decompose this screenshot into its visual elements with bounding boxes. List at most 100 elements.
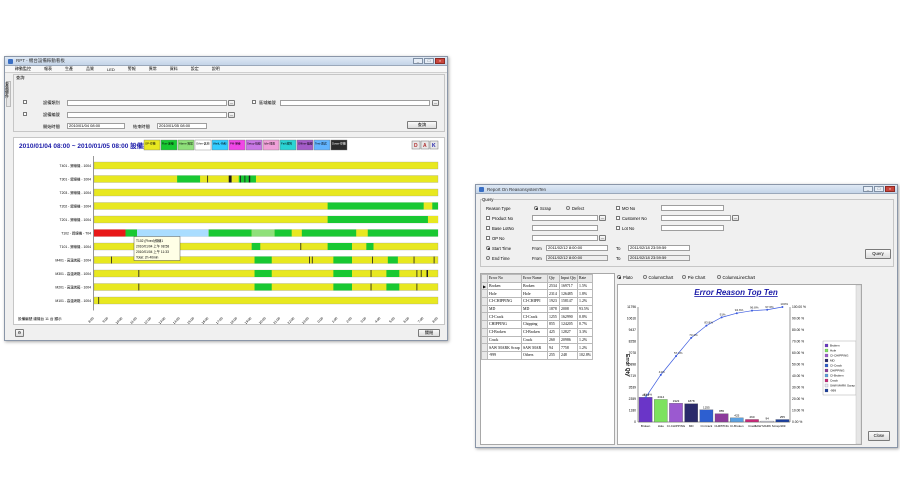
column-header[interactable]: Error No xyxy=(487,274,522,283)
area-browse-button[interactable]: ... xyxy=(432,100,439,106)
mo-no-field[interactable] xyxy=(661,205,724,211)
menu-item-0[interactable]: 稼動監控 xyxy=(15,66,31,72)
gantt-row-bar[interactable] xyxy=(93,161,439,170)
start-to-picker[interactable]: 2011/02/18 23:59:59 xyxy=(628,245,690,251)
gantt-segment[interactable] xyxy=(274,229,292,237)
gantt-segment[interactable] xyxy=(327,243,352,250)
gantt-segment[interactable] xyxy=(177,175,201,183)
gantt-segment[interactable] xyxy=(254,283,272,291)
equip-type-checkbox[interactable] xyxy=(23,100,27,104)
bar-1[interactable] xyxy=(654,399,668,423)
product-no-field[interactable] xyxy=(532,215,598,221)
gantt-segment[interactable] xyxy=(251,243,261,250)
gantt-segment[interactable] xyxy=(333,270,352,277)
gantt-segment[interactable] xyxy=(333,283,352,291)
gantt-segment[interactable] xyxy=(251,229,275,237)
lot-no-checkbox[interactable] xyxy=(616,226,620,230)
customer-no-field[interactable] xyxy=(661,215,731,221)
customer-no-browse-button[interactable]: ... xyxy=(732,215,739,221)
menu-item-4[interactable]: LED xyxy=(107,67,115,72)
gantt-segment[interactable] xyxy=(94,229,126,237)
gantt-segment[interactable] xyxy=(327,216,428,223)
left-query-button[interactable]: 查詢 xyxy=(407,121,437,129)
gantt-segment[interactable] xyxy=(386,283,400,291)
bar-8[interactable] xyxy=(760,420,774,423)
table-row[interactable]: CI-Crack CI-Crack 1255 162990 0.8% xyxy=(481,312,594,322)
column-header[interactable]: Rate xyxy=(577,274,594,283)
gantt-row-bar[interactable] xyxy=(93,188,439,197)
gantt-segment[interactable] xyxy=(387,256,398,264)
bar-7[interactable] xyxy=(745,419,759,423)
menu-item-8[interactable]: 設定 xyxy=(191,66,199,72)
start-time-radio[interactable] xyxy=(486,246,490,250)
mo-no-checkbox[interactable] xyxy=(616,206,620,210)
gantt-segment[interactable] xyxy=(333,256,352,264)
cumulative-point[interactable] xyxy=(690,336,693,339)
end-to-picker[interactable]: 2011/02/18 23:59:59 xyxy=(628,255,690,261)
gantt-segment[interactable] xyxy=(291,229,302,237)
defect-radio[interactable] xyxy=(566,206,570,210)
column-header[interactable]: Error Name xyxy=(521,274,548,283)
op-no-checkbox[interactable] xyxy=(486,236,490,240)
left-close-button[interactable]: 關閉 xyxy=(418,329,440,337)
settings-small-button[interactable]: ⚙ xyxy=(15,329,24,337)
chart-option-radio-0[interactable] xyxy=(617,275,621,279)
cumulative-point[interactable] xyxy=(720,316,723,319)
equip-type-browse-button[interactable]: ... xyxy=(228,100,235,106)
bar-2[interactable] xyxy=(669,403,683,423)
menu-item-2[interactable]: 生產 xyxy=(65,66,73,72)
gantt-segment[interactable] xyxy=(254,270,272,277)
table-row[interactable]: CHIPPING Chipping 855 124205 0.7% xyxy=(481,320,594,329)
bar-0[interactable] xyxy=(638,397,653,423)
equip-no-checkbox[interactable] xyxy=(23,112,27,116)
gantt-row-bar[interactable] xyxy=(93,296,439,305)
area-field[interactable] xyxy=(280,100,430,106)
area-checkbox[interactable] xyxy=(252,100,256,104)
gantt-segment[interactable] xyxy=(228,175,232,183)
gantt-segment[interactable] xyxy=(208,229,252,237)
end-time-radio[interactable] xyxy=(486,256,490,260)
bar-6[interactable] xyxy=(730,417,744,423)
bar-4[interactable] xyxy=(699,409,714,423)
gantt-segment[interactable] xyxy=(254,256,272,264)
menu-item-6[interactable]: 異常 xyxy=(149,66,157,72)
menu-item-3[interactable]: 品質 xyxy=(86,66,94,72)
cumulative-point[interactable] xyxy=(766,308,769,311)
menu-item-1[interactable]: 報表 xyxy=(44,66,52,72)
bar-9[interactable] xyxy=(775,419,790,423)
cumulative-point[interactable] xyxy=(659,373,662,376)
bar-5[interactable] xyxy=(714,413,729,423)
gantt-segment[interactable] xyxy=(125,229,137,237)
gantt-segment[interactable] xyxy=(248,175,251,183)
customer-no-checkbox[interactable] xyxy=(616,216,620,220)
cumulative-point[interactable] xyxy=(644,396,647,399)
cumulative-point[interactable] xyxy=(735,312,738,315)
chart-option-radio-1[interactable] xyxy=(642,275,647,279)
gantt-segment[interactable] xyxy=(301,229,357,237)
table-row[interactable]: CI-CHIPPING CI-CHIPPI 1923 158147 1.2% xyxy=(481,297,594,306)
equip-no-field[interactable] xyxy=(67,112,227,118)
gantt-segment[interactable] xyxy=(426,270,428,277)
end-time-picker[interactable]: 2010/01/05 08:00 xyxy=(157,123,207,129)
gantt-segment[interactable] xyxy=(423,202,433,210)
right-close-window-button[interactable]: × xyxy=(885,186,895,192)
menu-item-5[interactable]: 警報 xyxy=(128,66,136,72)
gantt-segment[interactable] xyxy=(386,270,400,277)
menu-item-9[interactable]: 說明 xyxy=(212,66,220,72)
column-header[interactable]: Input Qty xyxy=(558,274,579,283)
chart-option-radio-3[interactable] xyxy=(716,275,721,279)
cumulative-point[interactable] xyxy=(705,324,708,327)
bar-3[interactable] xyxy=(684,403,698,423)
table-row[interactable]: CI-Broken CI-Broken 425 12827 3.3% xyxy=(481,327,594,337)
op-no-browse-button[interactable]: ... xyxy=(599,235,606,241)
equip-no-browse-button[interactable]: ... xyxy=(228,112,235,118)
gantt-segment[interactable] xyxy=(367,229,438,237)
gantt-segment[interactable] xyxy=(427,216,438,223)
product-no-checkbox[interactable] xyxy=(486,216,490,220)
table-row[interactable]: ▶ Broken Broken 2534 169717 1.5% xyxy=(481,281,594,291)
cumulative-point[interactable] xyxy=(675,355,677,358)
gantt-segment[interactable] xyxy=(327,202,438,210)
start-time-picker[interactable]: 2010/01/04 08:00 xyxy=(67,123,125,129)
scrap-radio[interactable] xyxy=(534,206,538,210)
right-minimize-button[interactable]: _ xyxy=(863,186,873,192)
